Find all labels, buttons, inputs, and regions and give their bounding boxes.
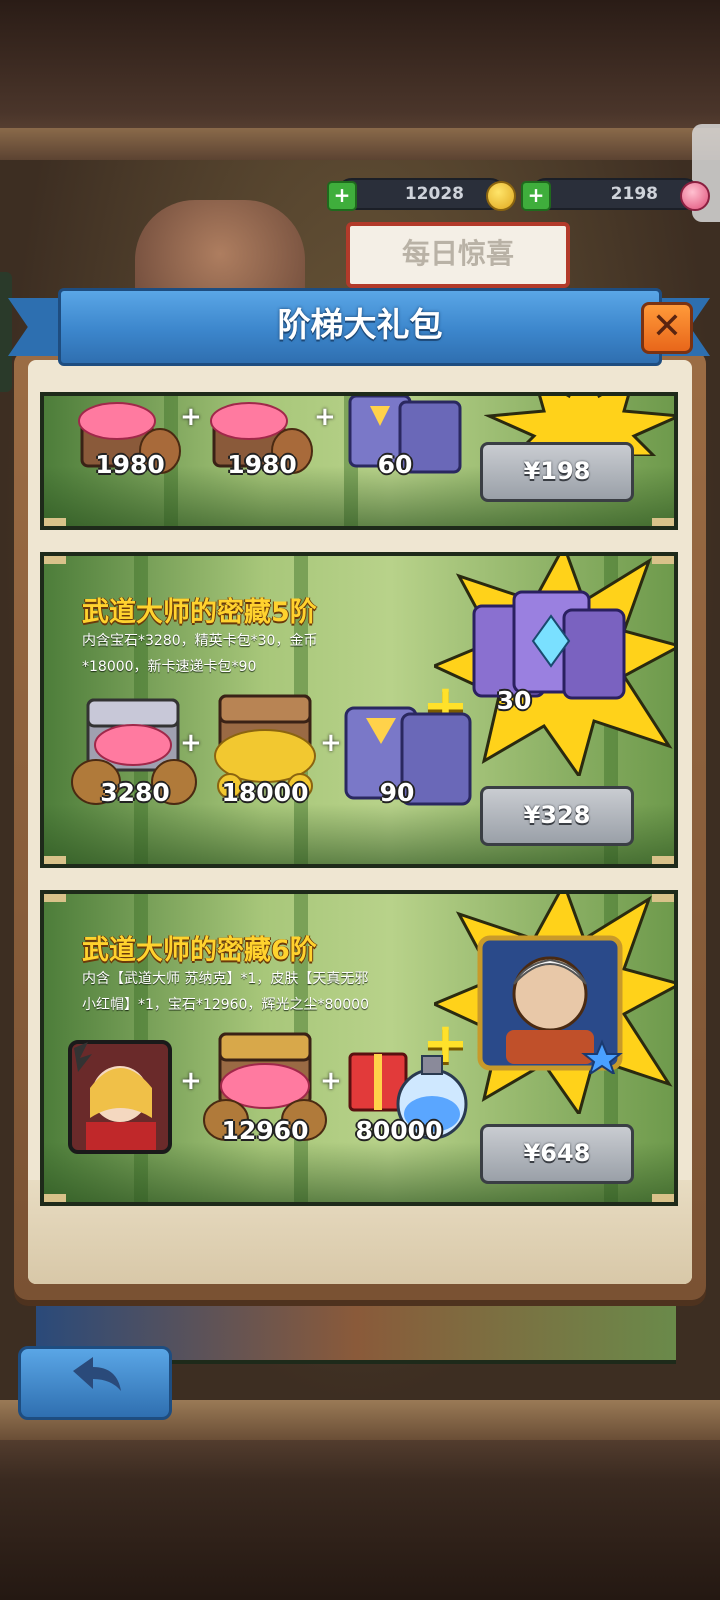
pack-title: 武道大师的密藏5阶 (82, 597, 317, 628)
coin-counter: 12028 (336, 178, 506, 210)
back-button[interactable] (18, 1346, 172, 1420)
pack-title: 武道大师的密藏6阶 (82, 935, 317, 966)
item-qty: 80000 (355, 1116, 443, 1145)
plus-sign: + (180, 1066, 202, 1096)
plus-sign: + (180, 728, 202, 758)
left-edge-tab (0, 272, 12, 392)
frame-corner (44, 894, 66, 902)
add-gems-button[interactable]: + (521, 181, 551, 211)
plus-sign: + (320, 728, 342, 758)
buy-button-tier5[interactable]: ¥328 (480, 786, 634, 846)
plus-sign: + (180, 402, 202, 432)
plus-sign: + (320, 1066, 342, 1096)
frame-corner (44, 856, 66, 864)
pack-card-tier5: 武道大师的密藏5阶 内含宝石*3280，精英卡包*30，金币*18000，新卡速… (40, 552, 678, 868)
plus-sign: + (314, 402, 336, 432)
hero-portrait-icon (477, 935, 623, 1074)
item-qty: 1980 (227, 450, 297, 479)
item-qty: 3280 (100, 778, 170, 807)
daily-surprise-sign: 每日惊喜 (346, 222, 570, 288)
frame-corner (44, 556, 66, 564)
pack-card-tier4: 1980 + 1980 + 60 ¥198 (40, 392, 678, 530)
back-arrow-icon (73, 1357, 121, 1391)
frame-corner (44, 518, 66, 526)
wooden-beam (0, 128, 720, 160)
close-button[interactable]: ✕ (641, 302, 693, 354)
item-qty: 12960 (221, 1116, 309, 1145)
pack-description: 内含【武道大师 苏纳克】*1，皮肤【天真无邪小红帽】*1，宝石*12960，辉光… (82, 971, 369, 1013)
gem-icon (680, 181, 710, 211)
pack-card-tier6: 武道大师的密藏6阶 内含【武道大师 苏纳克】*1，皮肤【天真无邪小红帽】*1，宝… (40, 890, 678, 1206)
pack-description: 内含宝石*3280，精英卡包*30，金币*18000，新卡速递卡包*90 (82, 633, 318, 675)
item-qty: 90 (379, 778, 415, 807)
dialog-title: 阶梯大礼包 (277, 305, 443, 344)
buy-button-tier4[interactable]: ¥198 (480, 442, 634, 502)
item-qty: 60 (377, 450, 413, 479)
skin-portrait-icon (68, 1040, 172, 1154)
bonus-qty: 30 (496, 686, 532, 715)
gem-amount: 2198 (610, 184, 658, 204)
item-qty: 18000 (221, 778, 309, 807)
coin-amount: 12028 (404, 184, 464, 204)
item-qty: 1980 (95, 450, 165, 479)
frame-corner (44, 1194, 66, 1202)
frame-corner (652, 856, 674, 864)
frame-corner (652, 518, 674, 526)
coin-icon (486, 181, 516, 211)
add-coins-button[interactable]: + (327, 181, 357, 211)
close-icon: ✕ (651, 306, 683, 347)
hero-silhouette (135, 200, 305, 290)
buy-button-tier6[interactable]: ¥648 (480, 1124, 634, 1184)
frame-corner (652, 1194, 674, 1202)
gem-counter: 2198 (530, 178, 700, 210)
